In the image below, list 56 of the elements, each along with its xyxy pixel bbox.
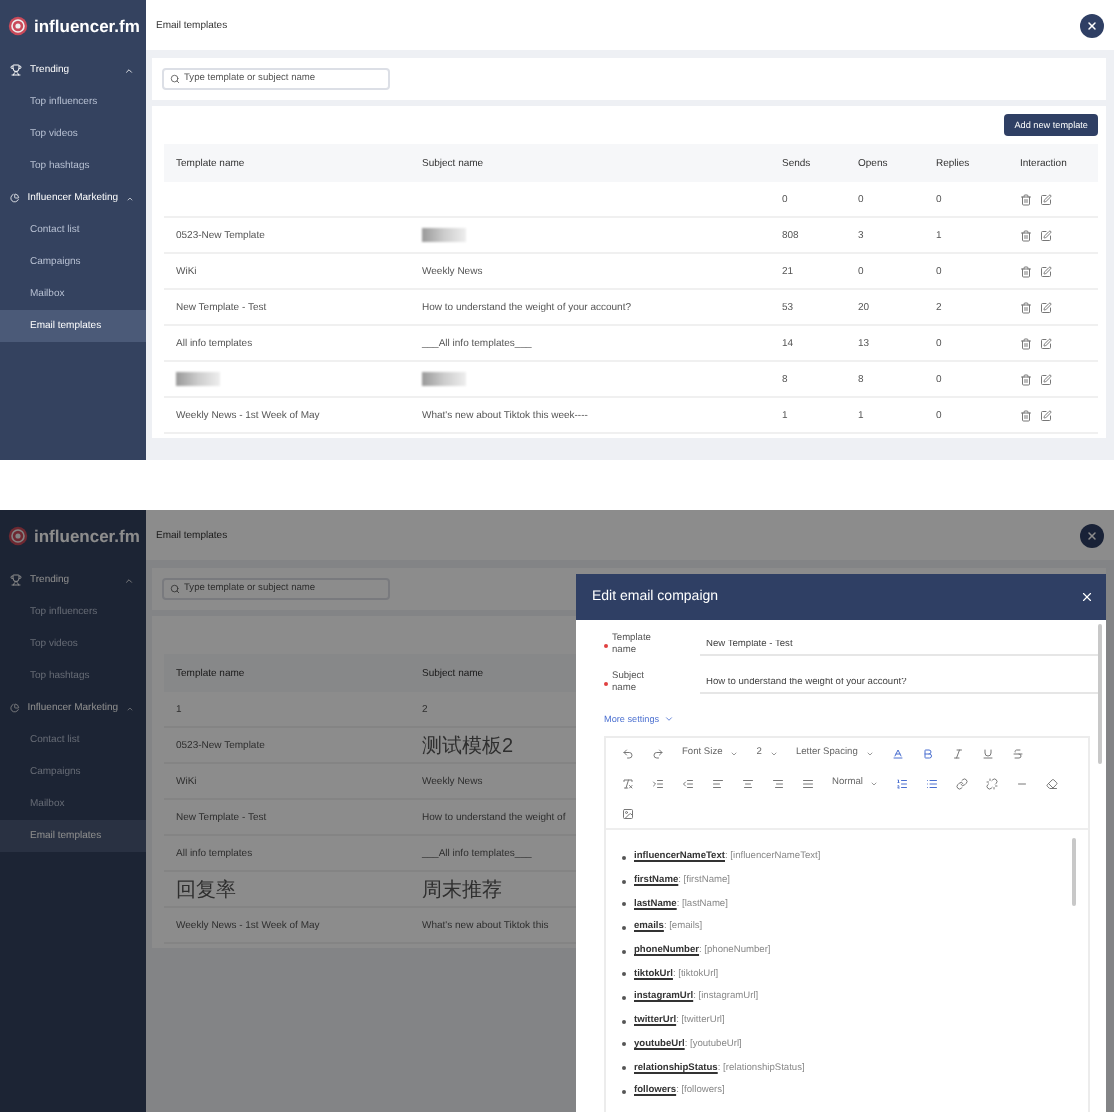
delete-icon[interactable]	[1020, 301, 1032, 313]
delete-icon[interactable]	[1020, 337, 1032, 349]
link-icon[interactable]	[956, 777, 969, 789]
align-center-icon[interactable]	[742, 777, 754, 789]
delete-icon[interactable]	[1020, 409, 1032, 421]
delete-icon[interactable]	[1020, 265, 1032, 277]
close-button[interactable]	[1080, 13, 1104, 37]
edit-icon[interactable]	[1040, 301, 1052, 313]
logo-text: influencer.fm	[34, 15, 140, 35]
align-left-icon[interactable]	[712, 777, 724, 789]
delete-icon[interactable]	[1020, 373, 1032, 385]
clear-format-icon[interactable]	[622, 777, 634, 789]
edit-icon[interactable]	[1040, 409, 1052, 421]
search-icon	[170, 584, 180, 594]
scrollbar[interactable]	[1072, 838, 1076, 906]
indent-icon[interactable]	[652, 777, 664, 789]
redo-icon[interactable]	[652, 747, 664, 759]
align-right-icon[interactable]	[772, 777, 784, 789]
edit-icon[interactable]	[1040, 337, 1052, 349]
edit-icon[interactable]	[1040, 229, 1052, 241]
edit-icon[interactable]	[1040, 193, 1052, 205]
image-icon[interactable]	[622, 807, 634, 819]
underline-icon[interactable]	[981, 747, 994, 759]
caret-icon	[663, 714, 674, 724]
delete-icon[interactable]	[1020, 193, 1032, 205]
eraser-icon[interactable]	[1046, 777, 1059, 789]
scrollbar[interactable]	[1098, 624, 1102, 764]
close-icon	[1086, 529, 1098, 541]
search-icon	[170, 74, 180, 84]
close-icon	[1086, 19, 1098, 31]
edit-icon[interactable]	[1040, 265, 1052, 277]
edit-icon[interactable]	[1040, 373, 1052, 385]
pie-chart-icon	[10, 192, 20, 204]
justify-icon[interactable]	[802, 777, 814, 789]
delete-icon[interactable]	[1020, 229, 1032, 241]
trophy-icon	[10, 64, 22, 76]
close-button[interactable]	[1080, 523, 1104, 547]
blurred-text	[422, 228, 466, 242]
blurred-text	[176, 372, 220, 386]
logo-icon	[8, 15, 28, 35]
ordered-list-icon[interactable]	[896, 777, 909, 789]
outdent-icon[interactable]	[682, 777, 694, 789]
logo-text: influencer.fm	[34, 525, 140, 545]
trophy-icon	[10, 574, 22, 586]
pie-chart-icon	[10, 702, 20, 714]
strikethrough-icon[interactable]	[1011, 747, 1024, 759]
bold-icon[interactable]	[921, 747, 934, 759]
logo-icon	[8, 525, 28, 545]
close-icon[interactable]	[1080, 590, 1094, 604]
unlink-icon[interactable]	[986, 777, 999, 789]
bullet-list-icon[interactable]	[926, 777, 939, 789]
table-cell: 回复率	[164, 872, 410, 908]
undo-icon[interactable]	[622, 747, 634, 759]
font-color-icon[interactable]	[891, 747, 904, 759]
blurred-text	[422, 372, 466, 386]
italic-icon[interactable]	[951, 747, 964, 759]
